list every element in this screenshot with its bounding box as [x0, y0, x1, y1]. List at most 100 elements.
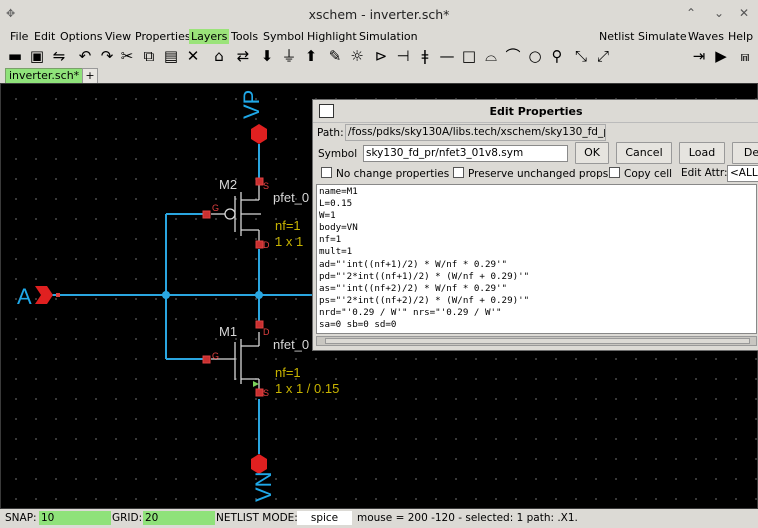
menu-tools[interactable]: Tools	[229, 29, 260, 44]
pin-icon[interactable]: ⊣	[394, 47, 412, 65]
del-button[interactable]: Del	[732, 142, 758, 164]
edit-attr-label: Edit Attr:	[681, 167, 728, 179]
menu-file[interactable]: File	[8, 29, 30, 44]
pin-d-m2-label: D	[263, 240, 270, 250]
rect-icon[interactable]: □	[460, 47, 478, 65]
no-change-checkbox[interactable]: No change properties	[321, 167, 449, 180]
netlist-mode-field[interactable]: spice	[297, 511, 352, 525]
m1-label: M1	[219, 324, 237, 339]
pin-d-m1-label: D	[263, 327, 270, 337]
pin-s-m2[interactable]	[255, 177, 264, 186]
vp-label: VP	[239, 90, 264, 119]
pin-g-m2-label: G	[212, 203, 219, 213]
add-tab-button[interactable]: +	[82, 68, 98, 84]
pin-g-m1[interactable]	[202, 355, 211, 364]
symbol-label: Symbol	[318, 148, 358, 160]
reload-icon[interactable]: ⇋	[50, 47, 68, 65]
pin-d-m2[interactable]	[255, 240, 264, 249]
simulate-icon[interactable]: ▶	[712, 47, 730, 65]
probe-icon[interactable]: ǂ	[416, 47, 434, 65]
zoom-icon[interactable]: ⚲	[548, 47, 566, 65]
pin-g-m1-label: G	[212, 351, 219, 361]
flip-icon[interactable]: ⇄	[234, 47, 252, 65]
properties-textarea[interactable]: name=M1 L=0.15 W=1 body=VN nf=1 mult=1 a…	[316, 184, 757, 334]
tab-bar: inverter.sch* +	[0, 68, 758, 84]
arc-icon[interactable]: ⌒	[504, 47, 522, 65]
horizontal-scrollbar[interactable]	[316, 336, 757, 346]
snap-label: SNAP:	[5, 512, 37, 524]
grid-field[interactable]: 20	[143, 511, 215, 525]
maximize-icon[interactable]: ⌄	[712, 6, 726, 20]
descend-icon[interactable]: ⏚	[280, 47, 298, 65]
preserve-checkbox[interactable]: Preserve unchanged props	[453, 167, 608, 180]
scrollbar-thumb[interactable]	[325, 338, 750, 344]
menu-properties[interactable]: Properties	[133, 29, 193, 44]
no-change-label: No change properties	[336, 168, 450, 180]
paste-icon[interactable]: ▤	[162, 47, 180, 65]
vp-port-icon[interactable]	[251, 124, 267, 144]
undo-icon[interactable]: ↶	[76, 47, 94, 65]
highlight-icon[interactable]: ☼	[348, 47, 366, 65]
delete-icon[interactable]: ✕	[184, 47, 202, 65]
nmos-arrow	[253, 381, 259, 387]
path-field[interactable]: /foss/pdks/sky130A/libs.tech/xschem/sky1…	[345, 124, 606, 141]
edit-properties-dialog: Edit Properties Path: /foss/pdks/sky130A…	[312, 99, 758, 351]
pfet-model-label: pfet_0	[273, 190, 309, 205]
open-folder-icon[interactable]: ▬	[6, 47, 24, 65]
draw-wire-icon[interactable]: ✎	[326, 47, 344, 65]
polygon-icon[interactable]: ⌓	[482, 47, 500, 65]
cut-icon[interactable]: ✂	[118, 47, 136, 65]
ok-button[interactable]: OK	[575, 142, 609, 164]
minimize-up-icon[interactable]: ⌃	[684, 6, 698, 20]
menu-netlist[interactable]: Netlist	[597, 29, 636, 44]
edit-attr-select[interactable]: <ALL>	[727, 165, 758, 182]
push-down-icon[interactable]: ⬇	[258, 47, 276, 65]
load-button[interactable]: Load	[679, 142, 725, 164]
menu-edit[interactable]: Edit	[32, 29, 57, 44]
copy-cell-checkbox[interactable]: Copy cell	[609, 167, 672, 180]
cancel-button[interactable]: Cancel	[616, 142, 672, 164]
place-symbol-icon[interactable]: ⌂	[210, 47, 228, 65]
waves-icon[interactable]: ⩎	[736, 47, 754, 65]
netlist-mode-label: NETLIST MODE:	[216, 512, 298, 524]
redo-icon[interactable]: ↷	[98, 47, 116, 65]
snap-field[interactable]: 10	[39, 511, 111, 525]
tab-inverter[interactable]: inverter.sch*	[5, 68, 84, 84]
menu-simulation[interactable]: Simulation	[357, 29, 420, 44]
zoom-out-icon[interactable]: ⤢	[594, 47, 612, 65]
menu-help[interactable]: Help	[726, 29, 755, 44]
path-label: Path:	[317, 127, 344, 139]
menu-view[interactable]: View	[103, 29, 133, 44]
menu-simulate[interactable]: Simulate	[636, 29, 689, 44]
pin-s-m1[interactable]	[255, 388, 264, 397]
grid-label: GRID:	[112, 512, 143, 524]
push-up-icon[interactable]: ⬆	[302, 47, 320, 65]
net-label-icon[interactable]: ⊳	[372, 47, 390, 65]
menu-bar: File Edit Options View Properties Layers…	[0, 28, 758, 45]
junction-gate	[162, 291, 170, 299]
menu-waves[interactable]: Waves	[686, 29, 726, 44]
circle-icon[interactable]: ○	[526, 47, 544, 65]
a-port-icon[interactable]	[35, 286, 53, 304]
line-icon[interactable]: —	[438, 47, 456, 65]
pin-g-m2[interactable]	[202, 210, 211, 219]
copy-icon[interactable]: ⧉	[140, 47, 158, 65]
zoom-in-icon[interactable]: ⤡	[572, 47, 590, 65]
vn-port-icon[interactable]	[251, 454, 267, 474]
symbol-field[interactable]: sky130_fd_pr/nfet3_01v8.sym	[363, 145, 568, 162]
a-label: A	[17, 284, 32, 309]
save-icon[interactable]: ▣	[28, 47, 46, 65]
menu-highlight[interactable]: Highlight	[305, 29, 359, 44]
menu-symbol[interactable]: Symbol	[261, 29, 306, 44]
pin-d-m1[interactable]	[255, 320, 264, 329]
dialog-title-bar: Edit Properties	[313, 100, 758, 123]
dialog-title: Edit Properties	[489, 105, 583, 118]
junction-out	[255, 291, 263, 299]
copy-cell-label: Copy cell	[624, 168, 673, 180]
netlist-arrow-icon[interactable]: ⇥	[690, 47, 708, 65]
menu-layers[interactable]: Layers	[189, 29, 230, 44]
pmos-m2-symbol[interactable]	[211, 184, 261, 242]
title-bar: ✥ xschem - inverter.sch* ⌃ ⌄ ✕	[0, 0, 758, 29]
menu-options[interactable]: Options	[58, 29, 104, 44]
close-icon[interactable]: ✕	[737, 6, 751, 20]
